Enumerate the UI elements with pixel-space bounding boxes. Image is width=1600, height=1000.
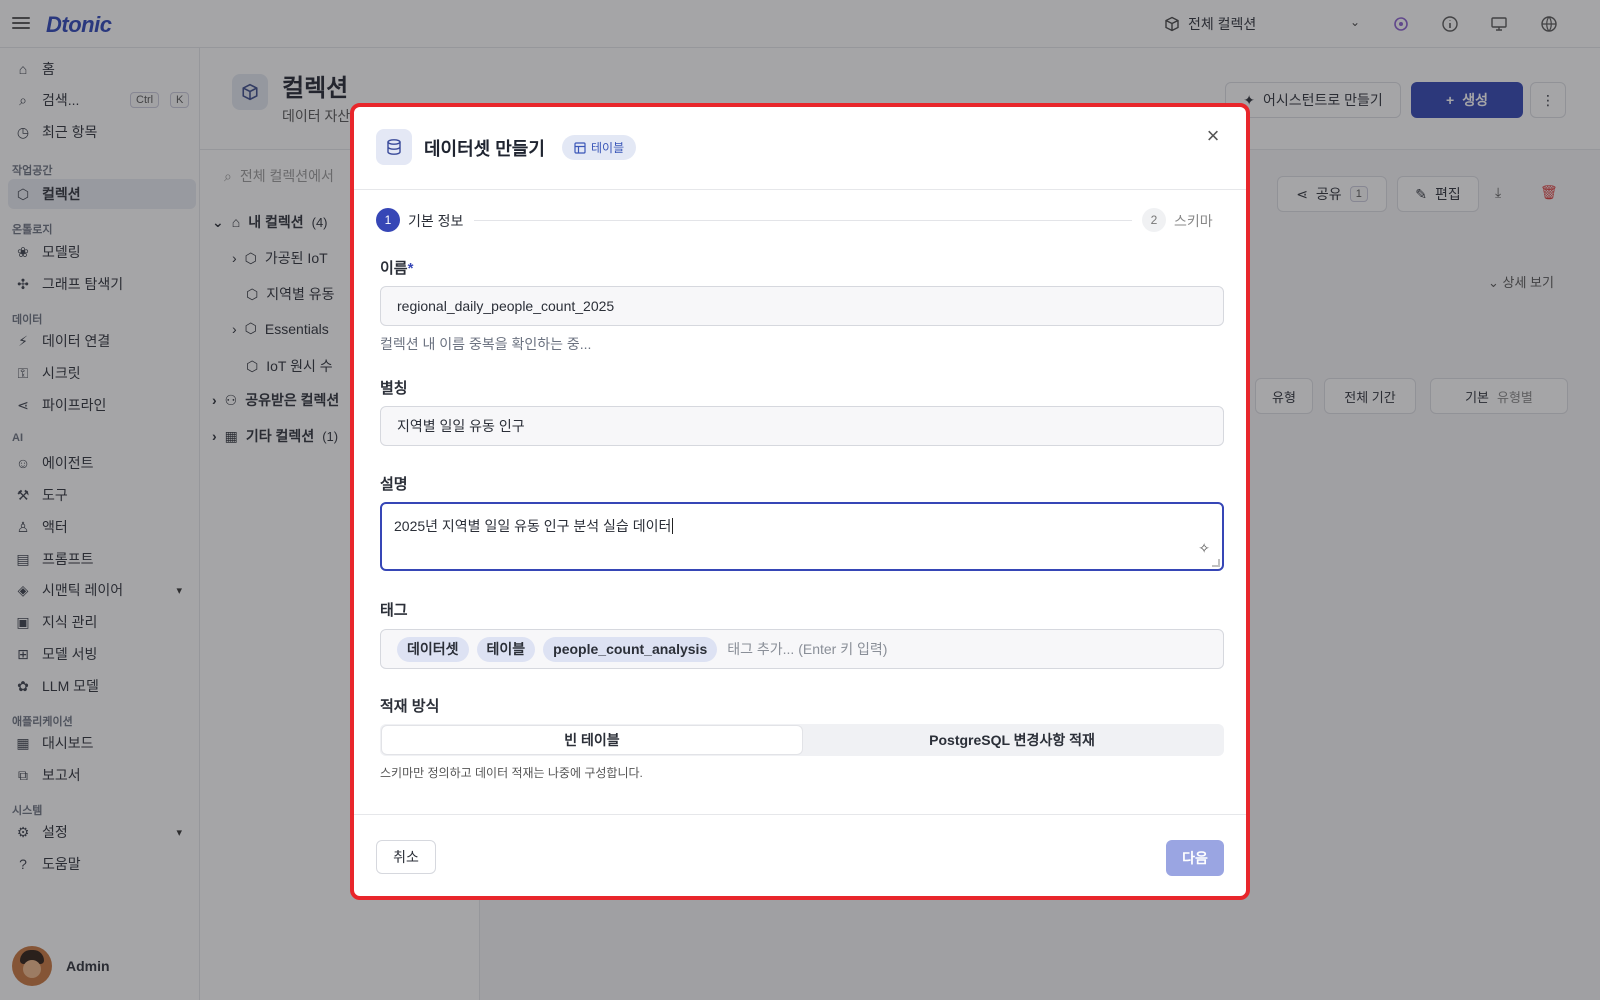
load-method-label: 적재 방식 — [380, 698, 440, 715]
next-button[interactable]: 다음 — [1166, 840, 1224, 876]
table-badge-label: 테이블 — [591, 141, 625, 155]
description-value: 2025년 지역별 일일 유동 인구 분석 실습 데이터 — [394, 518, 672, 534]
required-marker: * — [407, 260, 414, 277]
dialog-footer: 취소 다음 — [354, 814, 1246, 896]
step-2-label: 스키마 — [1174, 213, 1213, 229]
text-cursor — [672, 518, 674, 534]
name-help-text: 컬렉션 내 이름 중복을 확인하는 중... — [380, 336, 592, 352]
dialog-title: 데이터셋 만들기 — [424, 139, 545, 159]
name-input[interactable]: regional_daily_people_count_2025 — [380, 286, 1224, 326]
tags-input[interactable]: 데이터셋 테이블 people_count_analysis 태그 추가... … — [380, 629, 1224, 669]
name-label-text: 이름 — [380, 260, 408, 277]
tag-chip[interactable]: 데이터셋 — [397, 636, 469, 662]
load-option-empty-table[interactable]: 빈 테이블 — [382, 726, 802, 754]
step-divider — [474, 220, 1132, 221]
close-icon[interactable]: × — [1202, 123, 1224, 148]
tag-chip[interactable]: 테이블 — [476, 636, 536, 662]
cancel-button[interactable]: 취소 — [376, 840, 436, 874]
stepper: 1 기본 정보 2 스키마 — [376, 208, 1232, 232]
tag-chip[interactable]: people_count_analysis — [543, 636, 718, 662]
table-badge: 테이블 — [562, 135, 637, 160]
step-1-label: 기본 정보 — [408, 213, 464, 229]
load-method-toggle: 빈 테이블 PostgreSQL 변경사항 적재 — [380, 724, 1224, 756]
load-option-postgres-cdc[interactable]: PostgreSQL 변경사항 적재 — [802, 726, 1222, 754]
create-dataset-dialog: 데이터셋 만들기 테이블 × 1 기본 정보 2 스키마 이름* regiona… — [350, 103, 1250, 900]
tags-placeholder: 태그 추가... (Enter 키 입력) — [727, 641, 888, 657]
name-label: 이름* — [380, 257, 413, 278]
step-2-number: 2 — [1142, 208, 1166, 232]
resize-handle[interactable] — [1212, 559, 1220, 567]
description-label: 설명 — [380, 476, 408, 493]
dialog-header: 데이터셋 만들기 테이블 × — [354, 107, 1246, 190]
database-icon — [376, 129, 412, 165]
alias-input[interactable]: 지역별 일일 유동 인구 — [380, 406, 1224, 446]
step-1-number: 1 — [376, 208, 400, 232]
load-method-help: 스키마만 정의하고 데이터 적재는 나중에 구성합니다. — [380, 766, 643, 780]
tags-label: 태그 — [380, 602, 408, 619]
alias-label: 별칭 — [380, 380, 408, 397]
table-icon — [574, 141, 586, 154]
ai-sparkle-icon[interactable]: ✧ — [1198, 540, 1210, 557]
description-textarea[interactable]: 2025년 지역별 일일 유동 인구 분석 실습 데이터 ✧ — [380, 502, 1224, 571]
